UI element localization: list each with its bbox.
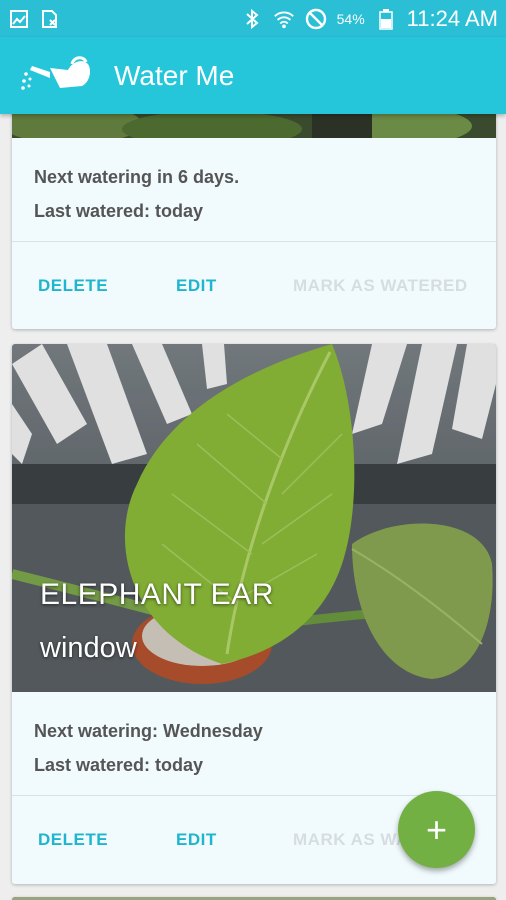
app-bar: Water Me xyxy=(0,37,506,114)
battery-icon xyxy=(375,8,397,30)
clock: 11:24 AM xyxy=(406,5,498,31)
delete-button[interactable]: DELETE xyxy=(38,276,176,296)
watering-info: Next watering: Wednesday Last watered: t… xyxy=(12,692,496,795)
plant-list[interactable]: Next watering in 6 days. Last watered: t… xyxy=(0,114,506,900)
battery-percent: 54% xyxy=(336,10,365,27)
plant-name: ELEPHANT EAR xyxy=(40,578,274,611)
gallery-notification-icon xyxy=(8,8,30,30)
add-plant-button[interactable]: + xyxy=(398,791,475,868)
sim-notification-icon xyxy=(38,8,60,30)
watering-info: Next watering in 6 days. Last watered: t… xyxy=(12,138,496,241)
card-actions: DELETE EDIT MARK AS WATERED xyxy=(12,242,496,329)
edit-button[interactable]: EDIT xyxy=(176,830,293,850)
last-watered: Last watered: today xyxy=(34,755,204,775)
plus-icon: + xyxy=(425,808,448,850)
plant-location: window xyxy=(40,632,137,664)
bluetooth-icon xyxy=(241,8,263,30)
plant-photo xyxy=(12,114,496,138)
watering-can-icon xyxy=(20,48,96,104)
plant-card: Next watering in 6 days. Last watered: t… xyxy=(12,114,496,329)
plant-photo: ELEPHANT EAR window xyxy=(12,344,496,692)
do-not-disturb-icon xyxy=(305,8,327,30)
status-bar: 54% 11:24 AM xyxy=(0,0,506,37)
next-watering: Next watering: Wednesday xyxy=(34,721,263,741)
wifi-icon xyxy=(273,8,295,30)
edit-button[interactable]: EDIT xyxy=(176,276,293,296)
delete-button[interactable]: DELETE xyxy=(38,830,176,850)
last-watered: Last watered: today xyxy=(34,201,204,221)
app-title: Water Me xyxy=(114,59,235,91)
mark-as-watered-button[interactable]: MARK AS WATERED xyxy=(293,276,468,296)
next-watering: Next watering in 6 days. xyxy=(34,167,240,187)
